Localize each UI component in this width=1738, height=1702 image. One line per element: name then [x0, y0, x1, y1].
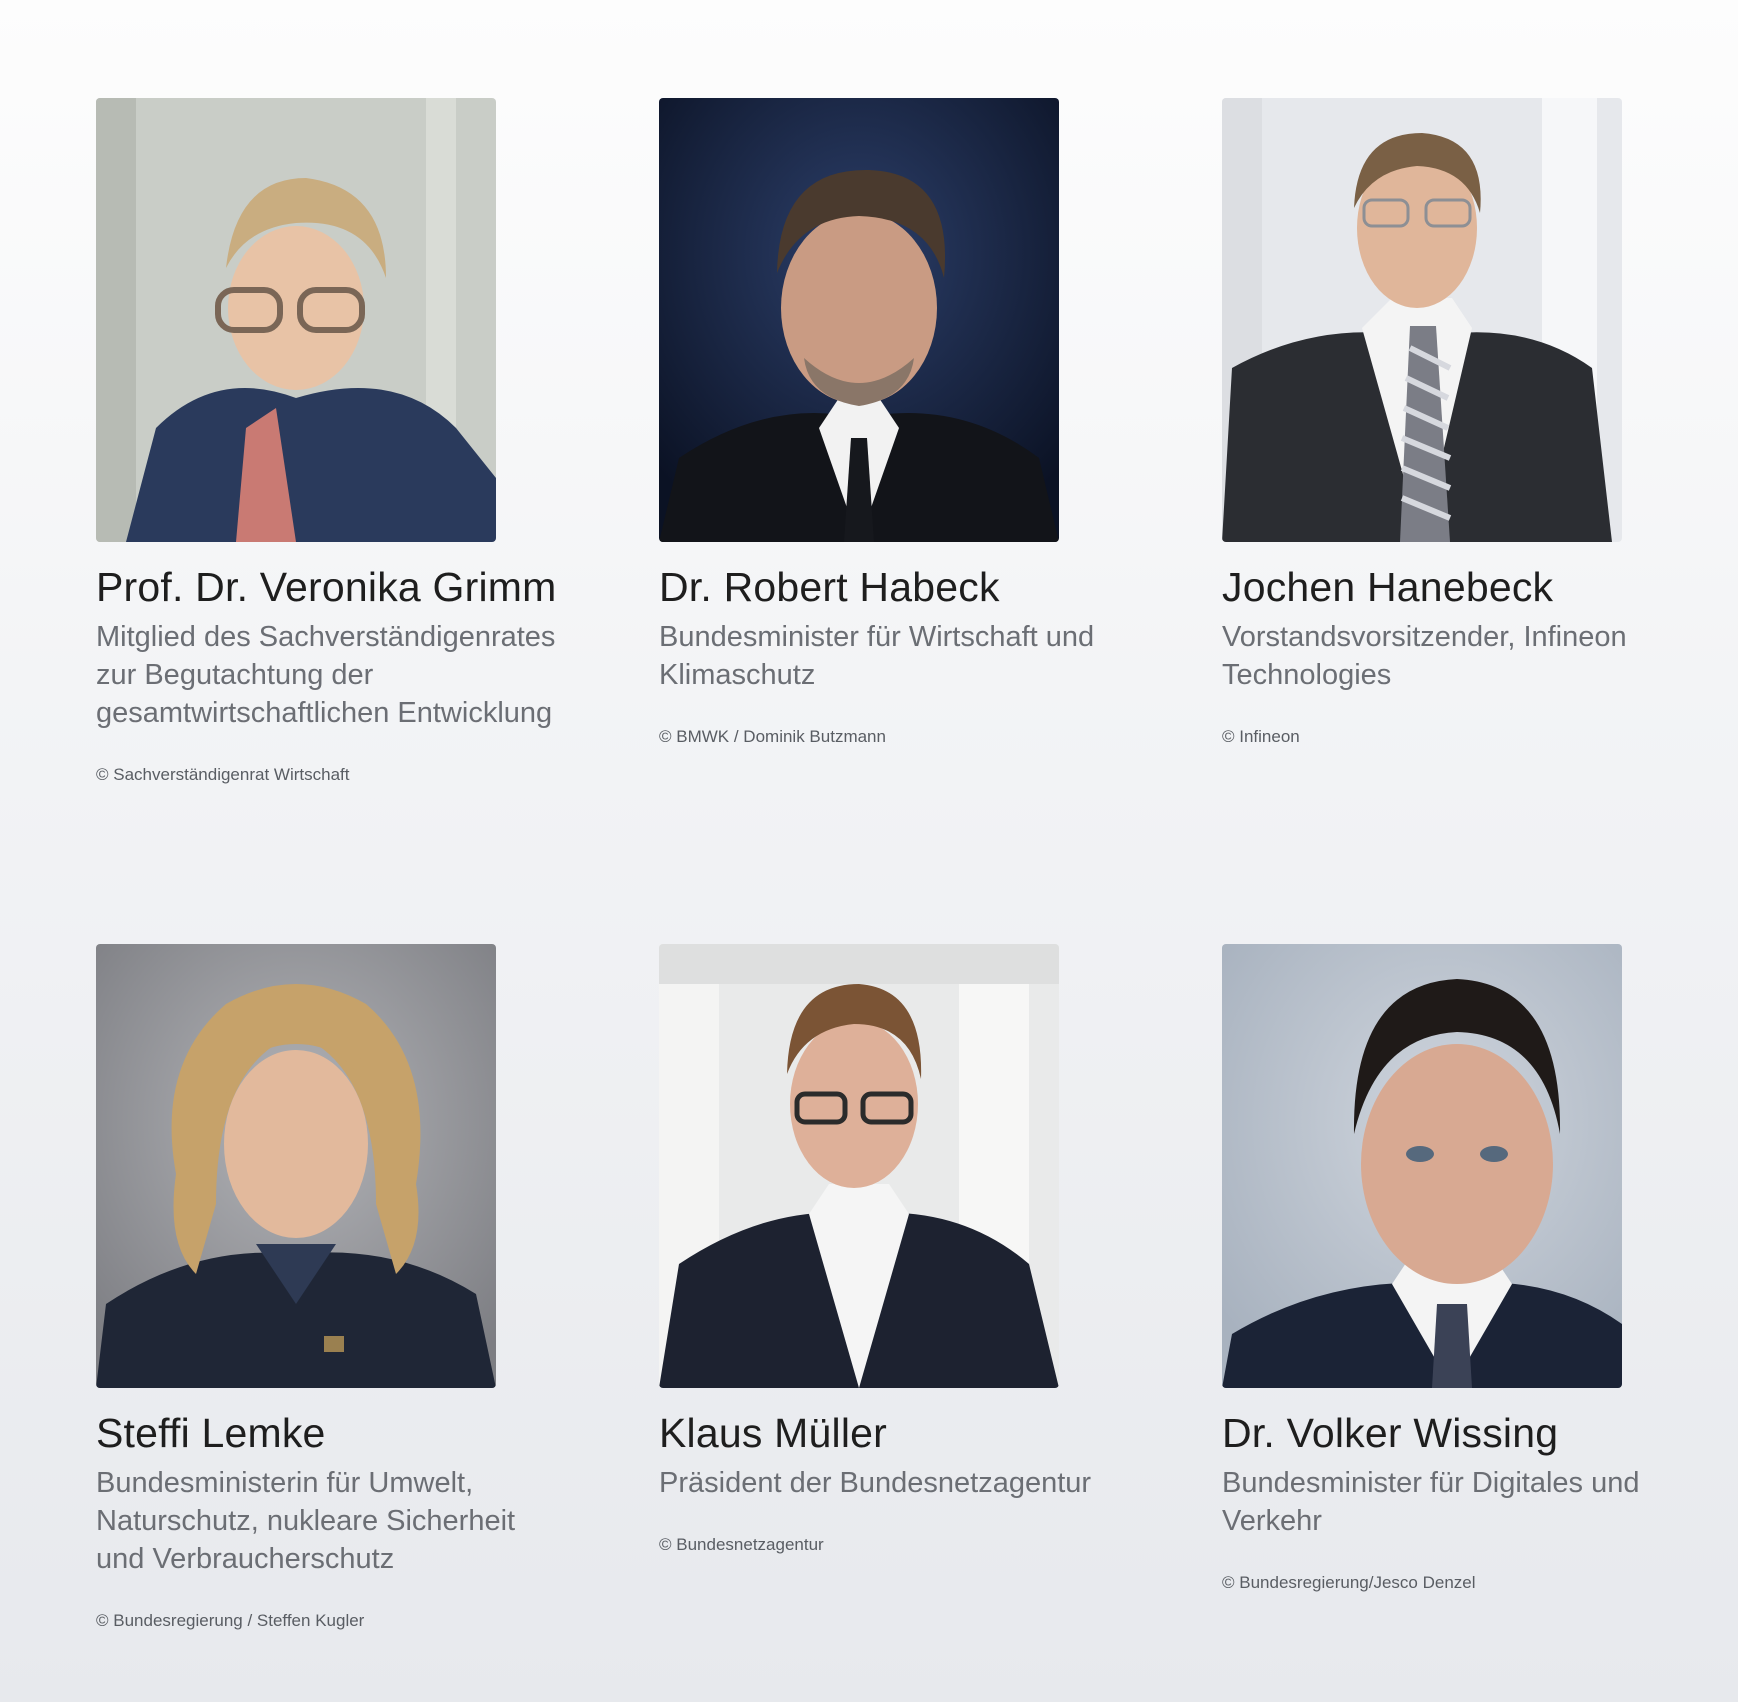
- speaker-card: Steffi Lemke Bundesministerin für Umwelt…: [96, 944, 659, 1644]
- photo-credit: © Bundesregierung/Jesco Denzel: [1222, 1573, 1476, 1592]
- speaker-name: Prof. Dr. Veronika Grimm: [96, 564, 557, 610]
- portrait-image: [1222, 944, 1622, 1388]
- speaker-role: Mitglied des Sachverständigenrates zur B…: [96, 621, 556, 729]
- photo-credit: © Infineon: [1222, 727, 1300, 746]
- speaker-role: Bundesminister für Digitales und Verkehr: [1222, 1467, 1640, 1537]
- speaker-grid: Prof. Dr. Veronika Grimm Mitglied des Sa…: [96, 98, 1696, 1644]
- speaker-name: Dr. Robert Habeck: [659, 564, 1000, 610]
- speaker-role: Bundesministerin für Umwelt, Naturschutz…: [96, 1467, 516, 1575]
- speaker-photo: [96, 98, 496, 542]
- photo-credit: © Bundesregierung / Steffen Kugler: [96, 1611, 365, 1630]
- speaker-card: Dr. Robert Habeck Bundesminister für Wir…: [659, 98, 1222, 944]
- speaker-role: Vorstandsvorsitzender, Infineon Technolo…: [1222, 621, 1627, 691]
- speaker-card: Prof. Dr. Veronika Grimm Mitglied des Sa…: [96, 98, 659, 944]
- portrait-image: [1222, 98, 1622, 542]
- speaker-name: Steffi Lemke: [96, 1410, 326, 1456]
- speaker-name: Dr. Volker Wissing: [1222, 1410, 1559, 1456]
- portrait-image: [96, 944, 496, 1388]
- speaker-photo: [1222, 98, 1622, 542]
- photo-credit: © Bundesnetzagentur: [659, 1535, 824, 1554]
- speaker-photo: [659, 944, 1059, 1388]
- speaker-card: Klaus Müller Präsident der Bundesnetzage…: [659, 944, 1222, 1644]
- speaker-name: Klaus Müller: [659, 1410, 887, 1456]
- speaker-role: Bundesminister für Wirtschaft und Klimas…: [659, 621, 1095, 691]
- portrait-image: [96, 98, 496, 542]
- speaker-photo: [1222, 944, 1622, 1388]
- speaker-card: Jochen Hanebeck Vorstandsvorsitzender, I…: [1222, 98, 1696, 944]
- speaker-name: Jochen Hanebeck: [1222, 564, 1554, 610]
- speaker-role: Präsident der Bundesnetzagentur: [659, 1467, 1092, 1499]
- portrait-image: [659, 98, 1059, 542]
- speaker-card: Dr. Volker Wissing Bundesminister für Di…: [1222, 944, 1696, 1644]
- portrait-image: [659, 944, 1059, 1388]
- photo-credit: © BMWK / Dominik Butzmann: [659, 727, 886, 746]
- speaker-photo: [659, 98, 1059, 542]
- photo-credit: © Sachverständigenrat Wirtschaft: [96, 765, 350, 784]
- speaker-photo: [96, 944, 496, 1388]
